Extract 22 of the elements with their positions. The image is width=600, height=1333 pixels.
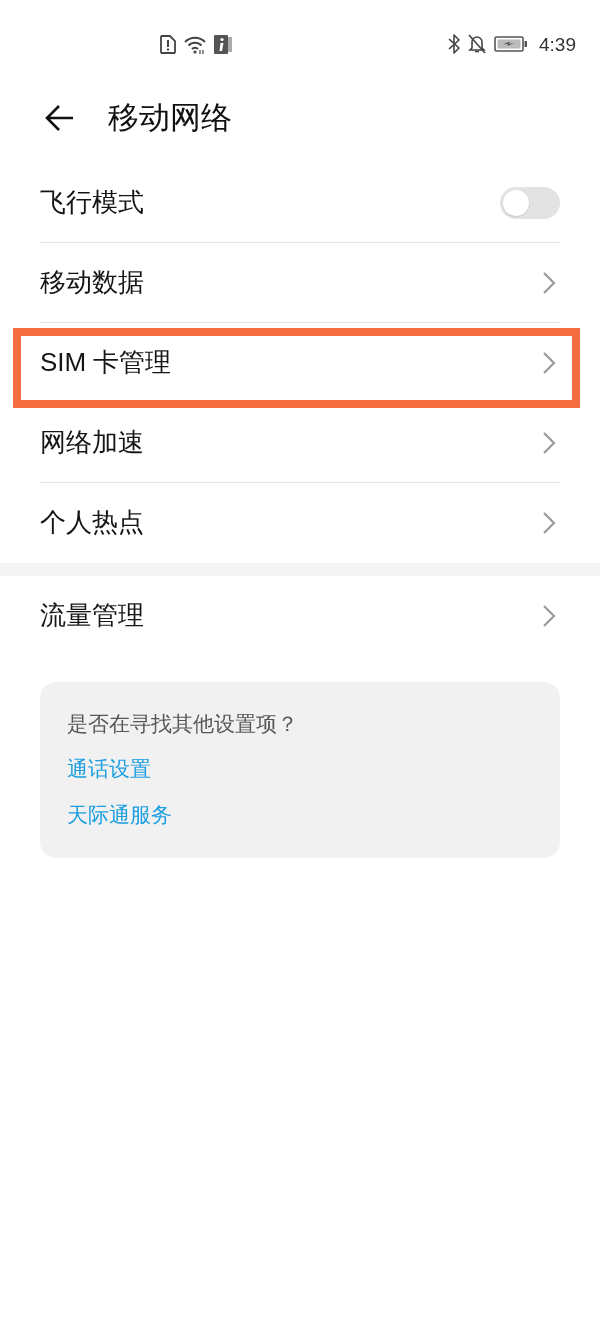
bluetooth-icon [448,34,460,54]
wifi-icon [184,34,206,54]
suggestion-prompt: 是否在寻找其他设置项？ [67,711,298,737]
chevron-right-icon [542,350,556,375]
back-arrow-icon[interactable] [44,104,74,132]
chevron-right-icon [542,604,556,628]
toggle-switch[interactable] [500,186,560,219]
chevron-right-icon [542,430,556,455]
chevron-right-icon [542,511,556,535]
page-title: 移动网络 [108,99,232,137]
info-tile-icon [214,34,232,54]
status-time: 4:39 [539,34,576,54]
setting-label[interactable]: 飞行模式 [40,185,144,220]
setting-label[interactable]: 流量管理 [40,599,144,633]
bell-off-icon [468,34,486,54]
setting-label[interactable]: 网络加速 [40,425,144,460]
chevron-right-icon [542,270,556,295]
battery-charging-icon [494,36,527,52]
setting-label[interactable]: 移动数据 [40,265,144,300]
setting-label[interactable]: SIM 卡管理 [40,345,172,380]
setting-label[interactable]: 个人热点 [40,506,144,540]
sim-alert-icon [160,34,176,54]
